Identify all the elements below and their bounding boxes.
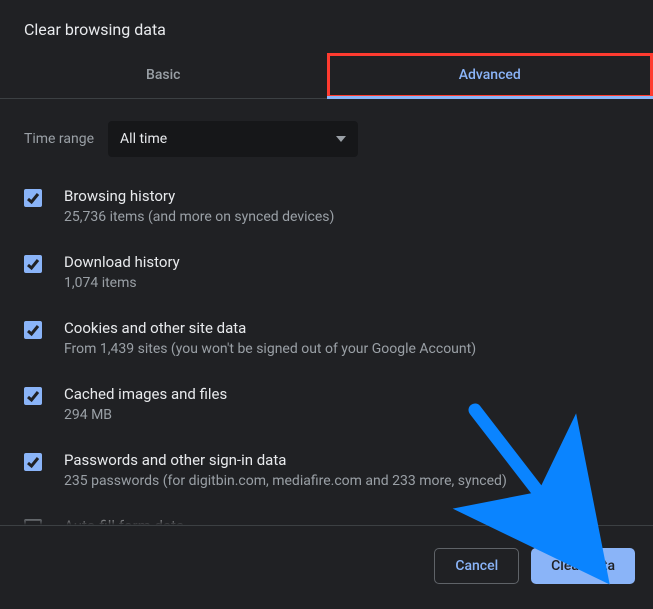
item-sub: 25,736 items (and more on synced devices…	[64, 209, 334, 225]
time-range-row: Time range All time	[0, 99, 653, 175]
time-range-label: Time range	[24, 131, 94, 147]
item-title: Passwords and other sign-in data	[64, 451, 507, 469]
time-range-select[interactable]: All time	[108, 121, 358, 157]
list-item: Cookies and other site data From 1,439 s…	[24, 307, 629, 373]
list-item: Browsing history 25,736 items (and more …	[24, 175, 629, 241]
clear-data-button[interactable]: Clear data	[531, 548, 635, 584]
checkbox-browsing-history[interactable]	[24, 189, 42, 207]
checkbox-download-history[interactable]	[24, 255, 42, 273]
chevron-down-icon	[336, 136, 346, 142]
tab-basic[interactable]: Basic	[0, 53, 327, 98]
item-title: Download history	[64, 253, 180, 271]
list-item: Download history 1,074 items	[24, 241, 629, 307]
checkbox-cookies[interactable]	[24, 321, 42, 339]
item-sub: 294 MB	[64, 407, 227, 423]
dialog-title: Clear browsing data	[0, 0, 653, 53]
data-type-list: Browsing history 25,736 items (and more …	[0, 175, 653, 553]
checkbox-cache[interactable]	[24, 387, 42, 405]
dialog-footer: Cancel Clear data	[0, 525, 653, 605]
tabs: Basic Advanced	[0, 53, 653, 99]
list-item: Passwords and other sign-in data 235 pas…	[24, 439, 629, 505]
tab-advanced[interactable]: Advanced	[327, 53, 653, 98]
item-title: Cached images and files	[64, 385, 227, 403]
item-sub: From 1,439 sites (you won't be signed ou…	[64, 341, 476, 357]
list-item: Cached images and files 294 MB	[24, 373, 629, 439]
item-title: Browsing history	[64, 187, 334, 205]
item-sub: 1,074 items	[64, 275, 180, 291]
time-range-value: All time	[120, 131, 167, 147]
checkbox-passwords[interactable]	[24, 453, 42, 471]
item-sub: 235 passwords (for digitbin.com, mediafi…	[64, 473, 507, 489]
cancel-button[interactable]: Cancel	[434, 548, 519, 584]
item-title: Cookies and other site data	[64, 319, 476, 337]
